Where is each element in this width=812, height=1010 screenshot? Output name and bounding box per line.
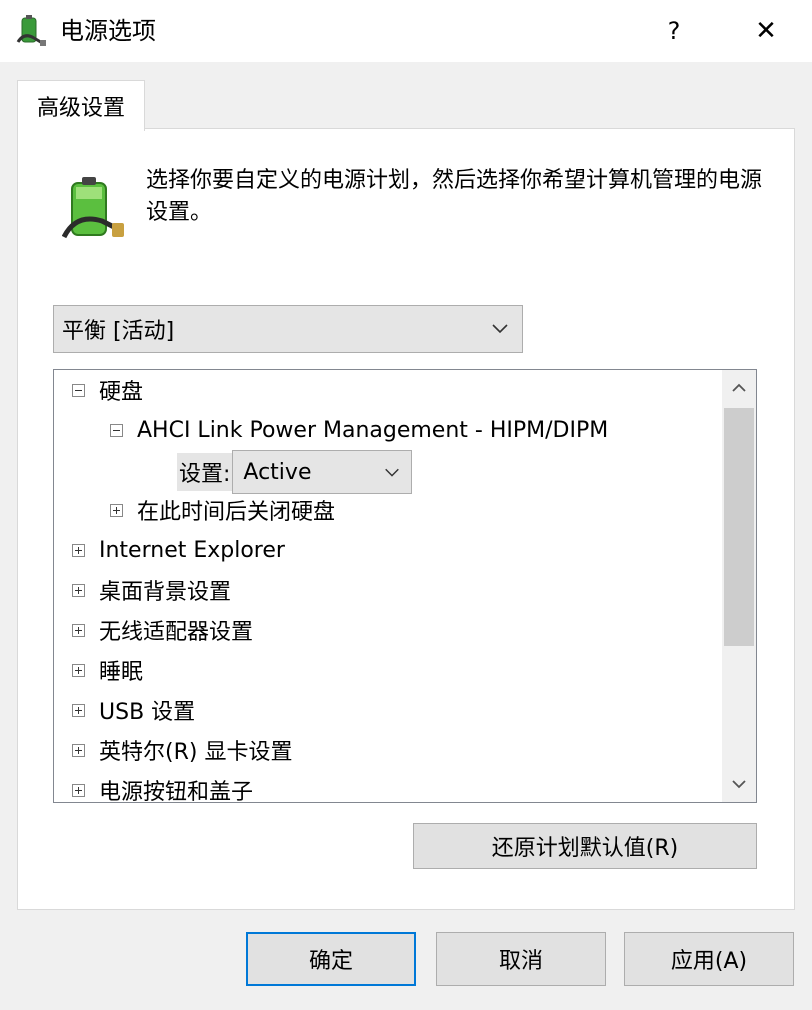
chevron-down-icon (732, 780, 746, 789)
scroll-down-button[interactable] (722, 766, 756, 802)
tree-item-ahci-link-power[interactable]: AHCI Link Power Management - HIPM/DIPM (110, 410, 608, 450)
tree-item-sleep[interactable]: 睡眠 (72, 650, 143, 690)
help-button[interactable]: ? (648, 8, 700, 54)
tab-advanced-settings[interactable]: 高级设置 (17, 80, 145, 131)
scroll-thumb[interactable] (724, 408, 754, 646)
expand-icon[interactable] (110, 503, 123, 517)
expand-icon[interactable] (72, 583, 85, 597)
collapse-icon[interactable] (72, 383, 85, 397)
ok-button[interactable]: 确定 (246, 932, 416, 986)
tree-item-usb-settings[interactable]: USB 设置 (72, 690, 195, 730)
power-options-icon (16, 15, 46, 46)
advanced-settings-panel: 选择你要自定义的电源计划，然后选择你希望计算机管理的电源设置。 平衡 [活动] … (17, 128, 795, 910)
restore-defaults-button[interactable]: 还原计划默认值(R) (413, 823, 757, 869)
tree-item-power-buttons-lid[interactable]: 电源按钮和盖子 (72, 770, 253, 802)
setting-label: 设置: (177, 453, 233, 491)
chevron-down-icon (492, 324, 508, 334)
tree-item-hard-disk[interactable]: 硬盘 (72, 370, 143, 410)
ahci-setting-row: 设置: Active (177, 450, 413, 494)
description-text: 选择你要自定义的电源计划，然后选择你希望计算机管理的电源设置。 (146, 168, 763, 225)
tree-scrollbar[interactable] (722, 370, 756, 802)
scroll-up-button[interactable] (722, 370, 756, 406)
expand-icon[interactable] (72, 703, 85, 717)
ahci-setting-value: Active (243, 459, 312, 485)
tree-item-wireless-adapter[interactable]: 无线适配器设置 (72, 610, 253, 650)
chevron-down-icon (385, 468, 400, 477)
tree-item-turn-off-disk[interactable]: 在此时间后关闭硬盘 (110, 490, 335, 530)
apply-button[interactable]: 应用(A) (624, 932, 794, 986)
expand-icon[interactable] (72, 783, 85, 797)
ahci-setting-select[interactable]: Active (232, 450, 413, 494)
window-title: 电源选项 (60, 17, 156, 45)
expand-icon[interactable] (72, 743, 85, 757)
power-plan-value: 平衡 [活动] (62, 319, 175, 344)
power-plan-select[interactable]: 平衡 [活动] (53, 305, 523, 353)
expand-icon[interactable] (72, 623, 85, 637)
tree-item-intel-graphics[interactable]: 英特尔(R) 显卡设置 (72, 730, 292, 770)
chevron-up-icon (732, 383, 746, 392)
title-bar: 电源选项 ? ✕ (0, 0, 812, 62)
settings-tree[interactable]: 硬盘 AHCI Link Power Management - HIPM/DIP… (53, 369, 757, 803)
tree-item-internet-explorer[interactable]: Internet Explorer (72, 530, 285, 570)
expand-icon[interactable] (72, 663, 85, 677)
battery-plug-icon (62, 177, 124, 239)
expand-icon[interactable] (72, 543, 85, 557)
tree-item-desktop-background[interactable]: 桌面背景设置 (72, 570, 231, 610)
close-button[interactable]: ✕ (740, 8, 792, 54)
cancel-button[interactable]: 取消 (436, 932, 606, 986)
collapse-icon[interactable] (110, 423, 123, 437)
